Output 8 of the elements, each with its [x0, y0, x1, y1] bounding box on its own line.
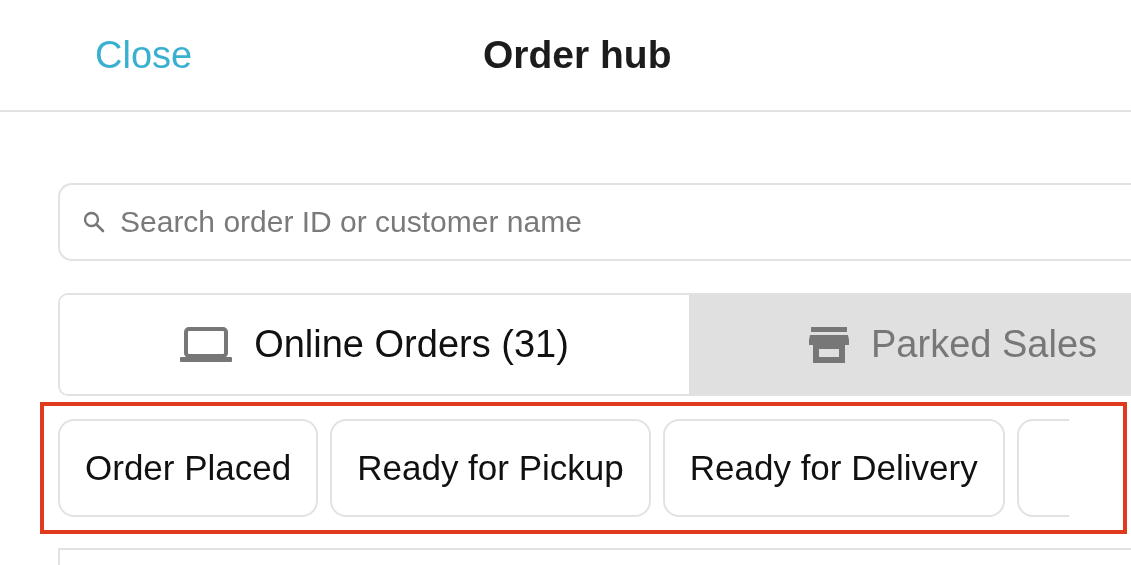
laptop-icon — [180, 326, 233, 363]
window-title: Order hub — [483, 31, 672, 78]
filter-chip[interactable]: Order Placed — [58, 419, 319, 517]
filter-chip[interactable] — [1016, 419, 1069, 517]
filter-chip[interactable]: Ready for Pickup — [330, 419, 651, 517]
search-field[interactable]: Search order ID or customer name — [58, 183, 1131, 261]
store-icon — [809, 326, 849, 363]
filter-chip[interactable]: Ready for Delivery — [662, 419, 1005, 517]
